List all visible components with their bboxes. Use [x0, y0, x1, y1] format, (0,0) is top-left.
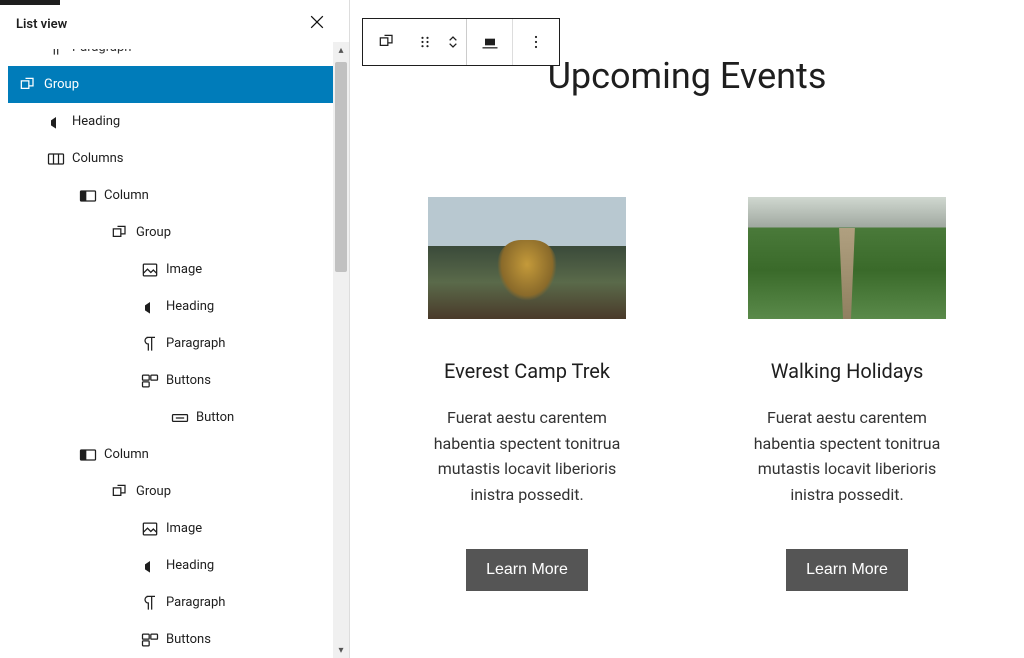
list-view-panel: List view Paragraph Group Heading Columns Co…	[0, 0, 350, 658]
tree-item-paragraph[interactable]: Paragraph	[8, 584, 349, 621]
move-buttons[interactable]	[439, 19, 467, 65]
tree-item-label: Heading	[166, 299, 214, 314]
align-button[interactable]	[467, 19, 513, 65]
tree-item-group[interactable]: Group	[8, 66, 349, 103]
block-type-button[interactable]	[363, 19, 411, 65]
event-description[interactable]: Fuerat aestu carentem habentia spectent …	[742, 405, 952, 507]
tree-item-label: Image	[166, 262, 202, 277]
event-image[interactable]	[748, 197, 946, 319]
tree-item-label: Paragraph	[166, 336, 225, 351]
drag-handle[interactable]	[411, 19, 439, 65]
heading-icon	[44, 110, 68, 134]
tree-item-paragraph[interactable]: Paragraph	[8, 49, 349, 66]
close-button[interactable]	[301, 10, 333, 39]
tree-item-label: Column	[104, 188, 149, 203]
tree-item-paragraph[interactable]: Paragraph	[8, 325, 349, 362]
event-description[interactable]: Fuerat aestu carentem habentia spectent …	[422, 405, 632, 507]
block-toolbar	[362, 18, 560, 66]
drag-icon	[415, 32, 435, 52]
scrollbar[interactable]: ▴ ▾	[333, 42, 349, 658]
tree-item-label: Columns	[72, 151, 124, 166]
page-content[interactable]: Upcoming Events Everest Camp Trek Fuerat…	[350, 0, 1024, 591]
tree-item-column[interactable]: Column	[8, 436, 349, 473]
tree-item-column[interactable]: Column	[8, 177, 349, 214]
tree-item-label: Group	[44, 77, 79, 92]
group-icon	[108, 221, 132, 245]
column-icon	[76, 443, 100, 467]
tree-item-button[interactable]: Button	[8, 399, 349, 436]
tree-item-label: Heading	[72, 114, 120, 129]
tree-item-heading[interactable]: Heading	[8, 288, 349, 325]
more-options-button[interactable]	[513, 19, 559, 65]
tree-item-heading[interactable]: Heading	[8, 547, 349, 584]
tree-item-label: Buttons	[166, 632, 211, 647]
tree-item-buttons[interactable]: Buttons	[8, 362, 349, 399]
event-title[interactable]: Walking Holidays	[771, 359, 924, 383]
tree-item-label: Group	[136, 225, 171, 240]
learn-more-button[interactable]: Learn More	[466, 549, 588, 591]
tree-item-image[interactable]: Image	[8, 251, 349, 288]
image-icon	[138, 517, 162, 541]
group-icon	[108, 480, 132, 504]
tree-item-buttons[interactable]: Buttons	[8, 621, 349, 658]
scrollbar-up-icon[interactable]: ▴	[333, 42, 349, 58]
chevron-updown-icon	[443, 32, 463, 52]
scrollbar-down-icon[interactable]: ▾	[333, 642, 349, 658]
tree-item-columns[interactable]: Columns	[8, 140, 349, 177]
tree-item-label: Group	[136, 484, 171, 499]
paragraph-icon	[44, 49, 68, 60]
event-card[interactable]: Everest Camp Trek Fuerat aestu carentem …	[422, 197, 632, 591]
tree-item-label: Column	[104, 447, 149, 462]
paragraph-icon	[138, 332, 162, 356]
heading-icon	[138, 295, 162, 319]
group-icon	[377, 32, 397, 52]
image-icon	[138, 258, 162, 282]
event-title[interactable]: Everest Camp Trek	[444, 359, 610, 383]
buttons-icon	[138, 628, 162, 652]
list-view-title: List view	[16, 17, 67, 32]
tree-item-label: Paragraph	[72, 49, 131, 55]
columns-icon	[44, 147, 68, 171]
heading-icon	[138, 554, 162, 578]
tree-item-label: Paragraph	[166, 595, 225, 610]
event-columns: Everest Camp Trek Fuerat aestu carentem …	[350, 197, 1024, 591]
block-tree: Paragraph Group Heading Columns Column Group I…	[0, 49, 349, 658]
list-view-header: List view	[0, 0, 349, 49]
event-image[interactable]	[428, 197, 626, 319]
buttons-icon	[138, 369, 162, 393]
tree-item-label: Button	[196, 410, 234, 425]
scrollbar-thumb[interactable]	[335, 62, 347, 272]
button-icon	[168, 406, 192, 430]
close-icon	[307, 12, 327, 32]
align-icon	[480, 32, 500, 52]
tree-item-image[interactable]: Image	[8, 510, 349, 547]
column-icon	[76, 184, 100, 208]
tree-item-label: Buttons	[166, 373, 211, 388]
tree-item-label: Image	[166, 521, 202, 536]
paragraph-icon	[138, 591, 162, 615]
group-icon	[16, 73, 40, 97]
tree-item-group[interactable]: Group	[8, 214, 349, 251]
learn-more-button[interactable]: Learn More	[786, 549, 908, 591]
tree-item-group[interactable]: Group	[8, 473, 349, 510]
more-vertical-icon	[526, 32, 546, 52]
tree-item-label: Heading	[166, 558, 214, 573]
editor-canvas[interactable]: Upcoming Events Everest Camp Trek Fuerat…	[350, 0, 1024, 658]
event-card[interactable]: Walking Holidays Fuerat aestu carentem h…	[742, 197, 952, 591]
tree-item-heading[interactable]: Heading	[8, 103, 349, 140]
